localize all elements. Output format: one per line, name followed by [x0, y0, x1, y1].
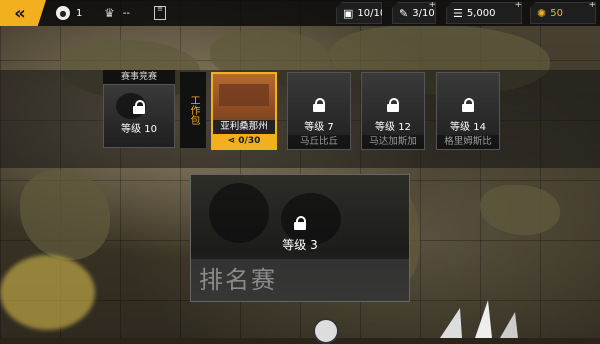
gears-value: 50 [550, 7, 563, 19]
ranked-level-label: 等级 3 [282, 238, 318, 252]
lock-icon [462, 98, 474, 112]
event-level-label: 等级 14 [450, 122, 486, 133]
event-card-madagascar[interactable]: 等级 12 马达加斯加 [361, 72, 425, 150]
event-card-grimsby[interactable]: 等级 14 格里姆斯比 [436, 72, 500, 150]
crown-icon: ♛ [104, 6, 115, 20]
lock-icon [313, 98, 325, 112]
add-coins-icon[interactable]: + [514, 2, 522, 10]
back-chevron-icon: « [14, 2, 26, 24]
add-parts-icon[interactable]: + [428, 2, 436, 10]
gear-icon: ✺ [537, 6, 547, 20]
add-gears-icon[interactable]: + [588, 2, 596, 10]
notes-icon: ≡ [154, 6, 166, 20]
tokens-counter: ● 1 [56, 0, 82, 26]
event-progress-value: 0/30 [238, 136, 261, 146]
ranked-mode-card[interactable]: 等级 3 排名赛 [190, 174, 410, 302]
token-icon: ● [56, 6, 70, 20]
gears-resource[interactable]: ✺ 50 + [530, 2, 596, 24]
lock-icon [133, 100, 145, 114]
lock-icon [294, 216, 306, 230]
event-name-label: 格里姆斯比 [437, 135, 499, 149]
tokens-value: 1 [76, 7, 83, 19]
map-light-spot [0, 255, 95, 330]
event-card-machu-picchu[interactable]: 等级 7 马丘比丘 [287, 72, 351, 150]
share-icon: ⋖ [227, 136, 239, 146]
wrench-icon: ✎ [399, 6, 409, 20]
events-section-title: 赛事竞赛 [103, 70, 175, 84]
event-level-label: 等级 12 [375, 122, 411, 133]
parts-resource[interactable]: ✎ 3/10 + [392, 2, 436, 24]
lock-icon [387, 98, 399, 112]
ranked-title: 排名赛 [191, 259, 409, 301]
crown-value: -- [122, 7, 130, 19]
canyon-scene [219, 84, 269, 106]
notes-button[interactable]: ≡ [154, 0, 166, 26]
sailing-ship-illustration [440, 300, 518, 338]
event-progress-bar: ⋖ 0/30 [213, 134, 275, 148]
helmet-icon [313, 318, 339, 344]
workpack-tab[interactable]: 工作包 [180, 72, 206, 148]
event-card-level-10[interactable]: 等级 10 [103, 84, 175, 148]
coins-value: 5,000 [466, 7, 496, 19]
event-level-label: 等级 7 [304, 122, 334, 133]
tickets-value: 10/10 [357, 7, 387, 19]
event-level-label: 等级 10 [121, 124, 157, 135]
tickets-resource[interactable]: ▣ 10/10 [336, 2, 382, 24]
ticket-icon: ▣ [343, 6, 354, 20]
event-name-label: 马达加斯加 [362, 135, 424, 149]
event-card-arizona[interactable]: 亚利桑那州 ⋖ 0/30 [211, 72, 277, 150]
event-name-label: 马丘比丘 [288, 135, 350, 149]
coins-icon: ☰ [453, 6, 463, 20]
coins-resource[interactable]: ☰ 5,000 + [446, 2, 522, 24]
back-button[interactable]: « [0, 0, 46, 26]
top-bar: « ● 1 ♛ -- ≡ ▣ 10/10 ✎ 3/10 + ☰ 5,000 + … [0, 0, 600, 26]
crown-counter: ♛ -- [104, 0, 130, 26]
event-name-label: 亚利桑那州 [213, 120, 275, 134]
